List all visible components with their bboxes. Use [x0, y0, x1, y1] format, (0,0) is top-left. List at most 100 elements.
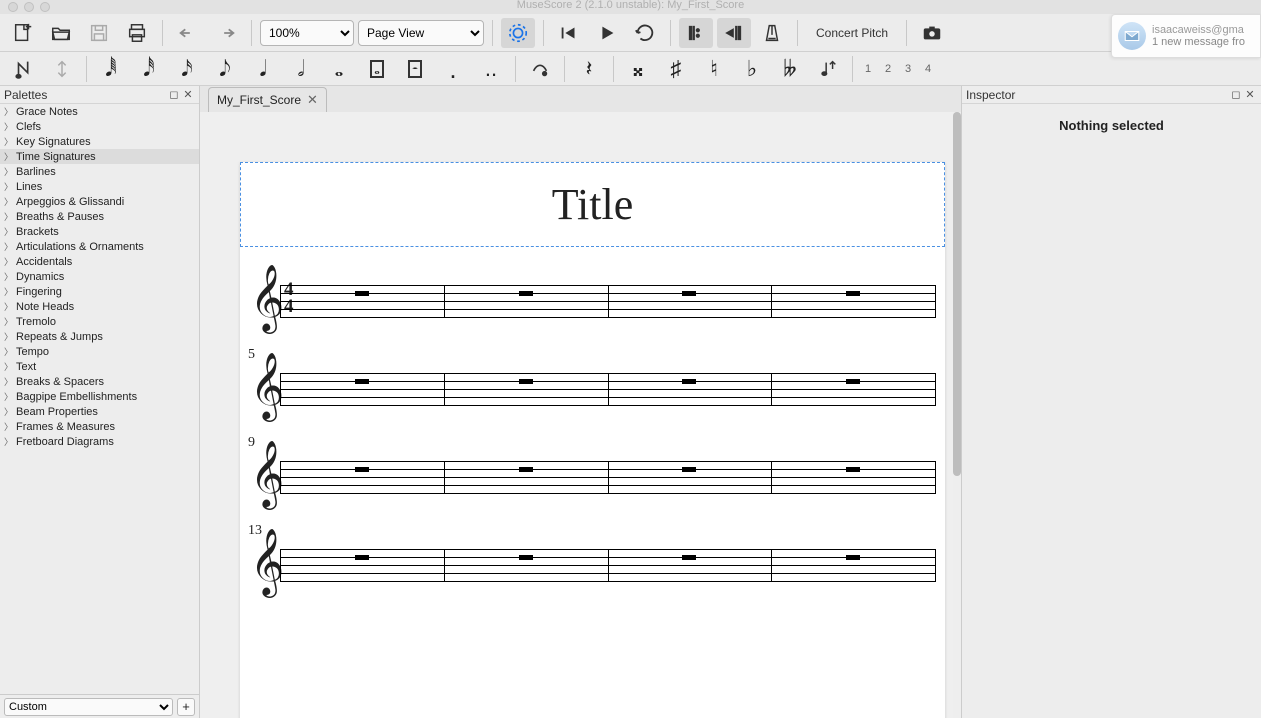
whole-rest[interactable]: [682, 291, 696, 296]
barline[interactable]: [771, 285, 772, 318]
duration-64th[interactable]: 𝅘𝅥𝅱: [93, 55, 129, 83]
loop-button[interactable]: [628, 18, 662, 48]
barline[interactable]: [771, 373, 772, 406]
palette-item[interactable]: 〉Dynamics: [0, 269, 199, 284]
repitch-button[interactable]: [44, 55, 80, 83]
play-repeats-button[interactable]: [679, 18, 713, 48]
palette-item[interactable]: 〉Accidentals: [0, 254, 199, 269]
whole-rest[interactable]: [519, 379, 533, 384]
barline[interactable]: [280, 285, 281, 318]
palette-item[interactable]: 〉Tremolo: [0, 314, 199, 329]
staff-system[interactable]: 𝄞44: [250, 277, 935, 325]
whole-rest[interactable]: [682, 555, 696, 560]
redo-button[interactable]: [209, 18, 243, 48]
palette-item[interactable]: 〉Brackets: [0, 224, 199, 239]
concert-pitch-button[interactable]: Concert Pitch: [806, 18, 898, 48]
palette-item[interactable]: 〉Grace Notes: [0, 104, 199, 119]
open-button[interactable]: [44, 18, 78, 48]
barline[interactable]: [608, 461, 609, 494]
barline[interactable]: [608, 373, 609, 406]
image-capture-button[interactable]: [501, 18, 535, 48]
duration-16th[interactable]: 𝅘𝅥𝅯: [169, 55, 205, 83]
duration-whole[interactable]: 𝅝: [321, 55, 357, 83]
pan-button[interactable]: [717, 18, 751, 48]
whole-rest[interactable]: [846, 291, 860, 296]
double-dot[interactable]: ..: [473, 55, 509, 83]
add-workspace-button[interactable]: +: [177, 698, 195, 716]
rest-button[interactable]: 𝄽: [571, 55, 607, 83]
whole-rest[interactable]: [519, 555, 533, 560]
whole-rest[interactable]: [519, 467, 533, 472]
palette-item[interactable]: 〉Breaths & Pauses: [0, 209, 199, 224]
barline[interactable]: [444, 373, 445, 406]
score-title[interactable]: Title: [241, 179, 944, 230]
barline[interactable]: [608, 549, 609, 582]
score-tab[interactable]: My_First_Score ✕: [208, 87, 327, 112]
duration-8th[interactable]: 𝅘𝅥𝅮: [207, 55, 243, 83]
palette-item[interactable]: 〉Tempo: [0, 344, 199, 359]
sharp-button[interactable]: ♯: [658, 55, 694, 83]
barline[interactable]: [935, 549, 936, 582]
title-frame[interactable]: Title: [240, 162, 945, 247]
palette-item[interactable]: 〉Frames & Measures: [0, 419, 199, 434]
palette-item[interactable]: 〉Repeats & Jumps: [0, 329, 199, 344]
palette-item[interactable]: 〉Clefs: [0, 119, 199, 134]
whole-rest[interactable]: [355, 291, 369, 296]
palette-item[interactable]: 〉Fingering: [0, 284, 199, 299]
view-mode-select[interactable]: Page View: [358, 20, 484, 46]
palette-item[interactable]: 〉Note Heads: [0, 299, 199, 314]
new-score-button[interactable]: [6, 18, 40, 48]
barline[interactable]: [935, 461, 936, 494]
save-button[interactable]: [82, 18, 116, 48]
natural-button[interactable]: ♮: [696, 55, 732, 83]
double-sharp-button[interactable]: 𝄪: [620, 55, 656, 83]
workspace-select[interactable]: Custom: [4, 698, 173, 716]
duration-quarter[interactable]: 𝅘𝅥: [245, 55, 281, 83]
palette-item[interactable]: 〉Key Signatures: [0, 134, 199, 149]
voice-3[interactable]: 3: [900, 61, 916, 77]
palettes-close-icon[interactable]: ✕: [181, 88, 195, 102]
palette-item[interactable]: 〉Arpeggios & Glissandi: [0, 194, 199, 209]
whole-rest[interactable]: [355, 555, 369, 560]
palette-item[interactable]: 〉Time Signatures: [0, 149, 199, 164]
barline[interactable]: [444, 285, 445, 318]
whole-rest[interactable]: [846, 379, 860, 384]
staff-system[interactable]: 9𝄞: [250, 453, 935, 501]
zoom-select[interactable]: 100%: [260, 20, 354, 46]
vertical-scrollbar[interactable]: [953, 112, 961, 718]
palettes-undock-icon[interactable]: ◻: [167, 88, 181, 102]
augmentation-dot[interactable]: .: [435, 55, 471, 83]
tab-close-icon[interactable]: ✕: [307, 92, 318, 108]
screenshot-button[interactable]: [915, 18, 949, 48]
whole-rest[interactable]: [682, 379, 696, 384]
palette-item[interactable]: 〉Fretboard Diagrams: [0, 434, 199, 449]
voice-4[interactable]: 4: [920, 61, 936, 77]
palette-item[interactable]: 〉Articulations & Ornaments: [0, 239, 199, 254]
whole-rest[interactable]: [846, 467, 860, 472]
flip-direction-button[interactable]: [810, 55, 846, 83]
rewind-button[interactable]: [552, 18, 586, 48]
palette-item[interactable]: 〉Lines: [0, 179, 199, 194]
barline[interactable]: [771, 461, 772, 494]
barline[interactable]: [444, 549, 445, 582]
whole-rest[interactable]: [519, 291, 533, 296]
palette-item[interactable]: 〉Beam Properties: [0, 404, 199, 419]
duration-breve[interactable]: 𝅝: [359, 55, 395, 83]
duration-half[interactable]: 𝅗𝅥: [283, 55, 319, 83]
barline[interactable]: [935, 373, 936, 406]
duration-longa[interactable]: 𝄼: [397, 55, 433, 83]
mail-notification[interactable]: isaacaweiss@gma 1 new message fro: [1111, 14, 1261, 58]
palette-item[interactable]: 〉Text: [0, 359, 199, 374]
palette-item[interactable]: 〉Barlines: [0, 164, 199, 179]
play-button[interactable]: [590, 18, 624, 48]
barline[interactable]: [280, 549, 281, 582]
staff-system[interactable]: 5𝄞: [250, 365, 935, 413]
whole-rest[interactable]: [355, 467, 369, 472]
staff-system[interactable]: 13𝄞: [250, 541, 935, 589]
barline[interactable]: [608, 285, 609, 318]
duration-32nd[interactable]: 𝅘𝅥𝅰: [131, 55, 167, 83]
undo-button[interactable]: [171, 18, 205, 48]
palette-item[interactable]: 〉Bagpipe Embellishments: [0, 389, 199, 404]
print-button[interactable]: [120, 18, 154, 48]
barline[interactable]: [935, 285, 936, 318]
